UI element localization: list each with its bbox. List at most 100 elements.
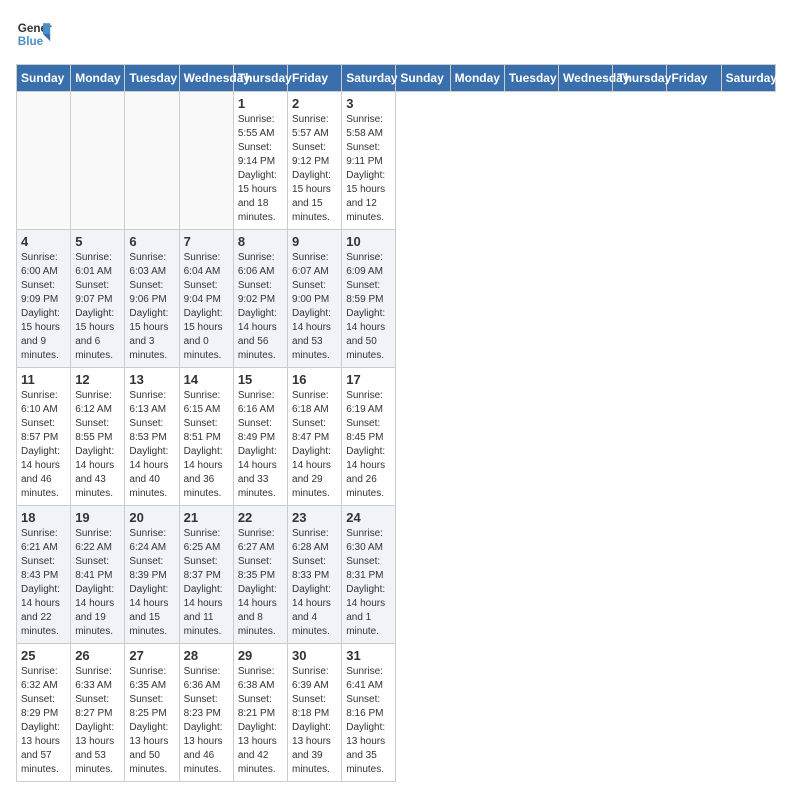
calendar-cell: 16Sunrise: 6:18 AM Sunset: 8:47 PM Dayli… bbox=[288, 368, 342, 506]
cell-details: Sunrise: 6:04 AM Sunset: 9:04 PM Dayligh… bbox=[184, 251, 229, 363]
cell-details: Sunrise: 6:07 AM Sunset: 9:00 PM Dayligh… bbox=[292, 251, 337, 363]
day-header-monday: Monday bbox=[71, 65, 125, 92]
day-header-thursday: Thursday bbox=[233, 65, 287, 92]
cell-details: Sunrise: 6:24 AM Sunset: 8:39 PM Dayligh… bbox=[129, 527, 174, 639]
calendar-cell: 25Sunrise: 6:32 AM Sunset: 8:29 PM Dayli… bbox=[17, 644, 71, 782]
day-number: 19 bbox=[75, 510, 120, 525]
day-header-sunday: Sunday bbox=[17, 65, 71, 92]
cell-details: Sunrise: 6:38 AM Sunset: 8:21 PM Dayligh… bbox=[238, 665, 283, 777]
header-row: SundayMondayTuesdayWednesdayThursdayFrid… bbox=[17, 65, 776, 92]
cell-details: Sunrise: 5:57 AM Sunset: 9:12 PM Dayligh… bbox=[292, 113, 337, 225]
calendar-cell bbox=[17, 92, 71, 230]
logo-icon: General Blue bbox=[16, 16, 52, 52]
day-number: 14 bbox=[184, 372, 229, 387]
day-number: 27 bbox=[129, 648, 174, 663]
day-number: 17 bbox=[346, 372, 391, 387]
svg-text:Blue: Blue bbox=[18, 35, 44, 48]
day-header-saturday: Saturday bbox=[342, 65, 396, 92]
calendar-cell: 2 Sunrise: 5:57 AM Sunset: 9:12 PM Daylig… bbox=[288, 92, 342, 230]
cell-details: Sunrise: 6:00 AM Sunset: 9:09 PM Dayligh… bbox=[21, 251, 66, 363]
calendar-cell: 12 Sunrise: 6:12 AM Sunset: 8:55 PM Dayli… bbox=[71, 368, 125, 506]
day-header-saturday: Saturday bbox=[721, 65, 775, 92]
day-header-friday: Friday bbox=[288, 65, 342, 92]
day-number: 30 bbox=[292, 648, 337, 663]
day-number: 24 bbox=[346, 510, 391, 525]
calendar-cell: 13 Sunrise: 6:13 AM Sunset: 8:53 PM Dayli… bbox=[125, 368, 179, 506]
cell-details: Sunrise: 6:22 AM Sunset: 8:41 PM Dayligh… bbox=[75, 527, 120, 639]
calendar-cell: 11Sunrise: 6:10 AM Sunset: 8:57 PM Dayli… bbox=[17, 368, 71, 506]
calendar-cell: 24 Sunrise: 6:30 AM Sunset: 8:31 PM Dayli… bbox=[342, 506, 396, 644]
day-header-monday: Monday bbox=[450, 65, 504, 92]
week-row-5: 25Sunrise: 6:32 AM Sunset: 8:29 PM Dayli… bbox=[17, 644, 776, 782]
day-number: 25 bbox=[21, 648, 66, 663]
cell-details: Sunrise: 6:36 AM Sunset: 8:23 PM Dayligh… bbox=[184, 665, 229, 777]
day-number: 13 bbox=[129, 372, 174, 387]
cell-details: Sunrise: 6:15 AM Sunset: 8:51 PM Dayligh… bbox=[184, 389, 229, 501]
day-header-wednesday: Wednesday bbox=[179, 65, 233, 92]
cell-details: Sunrise: 6:25 AM Sunset: 8:37 PM Dayligh… bbox=[184, 527, 229, 639]
week-row-4: 18 Sunrise: 6:21 AM Sunset: 8:43 PM Dayli… bbox=[17, 506, 776, 644]
calendar-cell: 8 Sunrise: 6:06 AM Sunset: 9:02 PM Daylig… bbox=[233, 230, 287, 368]
cell-details: Sunrise: 6:10 AM Sunset: 8:57 PM Dayligh… bbox=[21, 389, 66, 501]
day-number: 1 bbox=[238, 96, 283, 111]
day-number: 10 bbox=[346, 234, 391, 249]
cell-details: Sunrise: 6:30 AM Sunset: 8:31 PM Dayligh… bbox=[346, 527, 391, 639]
calendar-cell bbox=[179, 92, 233, 230]
day-header-friday: Friday bbox=[667, 65, 721, 92]
calendar-cell: 31Sunrise: 6:41 AM Sunset: 8:16 PM Dayli… bbox=[342, 644, 396, 782]
day-number: 2 bbox=[292, 96, 337, 111]
logo: General Blue bbox=[16, 16, 52, 52]
cell-details: Sunrise: 5:55 AM Sunset: 9:14 PM Dayligh… bbox=[238, 113, 283, 225]
day-number: 15 bbox=[238, 372, 283, 387]
page-header: General Blue bbox=[16, 16, 776, 52]
cell-details: Sunrise: 5:58 AM Sunset: 9:11 PM Dayligh… bbox=[346, 113, 391, 225]
calendar-cell: 27 Sunrise: 6:35 AM Sunset: 8:25 PM Dayli… bbox=[125, 644, 179, 782]
calendar-cell: 18 Sunrise: 6:21 AM Sunset: 8:43 PM Dayli… bbox=[17, 506, 71, 644]
day-number: 28 bbox=[184, 648, 229, 663]
cell-details: Sunrise: 6:19 AM Sunset: 8:45 PM Dayligh… bbox=[346, 389, 391, 501]
day-header-tuesday: Tuesday bbox=[504, 65, 558, 92]
cell-details: Sunrise: 6:16 AM Sunset: 8:49 PM Dayligh… bbox=[238, 389, 283, 501]
day-number: 4 bbox=[21, 234, 66, 249]
calendar-table: SundayMondayTuesdayWednesdayThursdayFrid… bbox=[16, 64, 776, 782]
cell-details: Sunrise: 6:28 AM Sunset: 8:33 PM Dayligh… bbox=[292, 527, 337, 639]
day-number: 22 bbox=[238, 510, 283, 525]
day-number: 7 bbox=[184, 234, 229, 249]
cell-details: Sunrise: 6:03 AM Sunset: 9:06 PM Dayligh… bbox=[129, 251, 174, 363]
cell-details: Sunrise: 6:21 AM Sunset: 8:43 PM Dayligh… bbox=[21, 527, 66, 639]
day-header-wednesday: Wednesday bbox=[559, 65, 613, 92]
day-number: 3 bbox=[346, 96, 391, 111]
day-number: 16 bbox=[292, 372, 337, 387]
cell-details: Sunrise: 6:01 AM Sunset: 9:07 PM Dayligh… bbox=[75, 251, 120, 363]
week-row-2: 4 Sunrise: 6:00 AM Sunset: 9:09 PM Daylig… bbox=[17, 230, 776, 368]
day-number: 26 bbox=[75, 648, 120, 663]
day-header-tuesday: Tuesday bbox=[125, 65, 179, 92]
cell-details: Sunrise: 6:35 AM Sunset: 8:25 PM Dayligh… bbox=[129, 665, 174, 777]
calendar-cell: 29Sunrise: 6:38 AM Sunset: 8:21 PM Dayli… bbox=[233, 644, 287, 782]
calendar-cell: 3 Sunrise: 5:58 AM Sunset: 9:11 PM Daylig… bbox=[342, 92, 396, 230]
calendar-cell bbox=[125, 92, 179, 230]
day-number: 31 bbox=[346, 648, 391, 663]
cell-details: Sunrise: 6:06 AM Sunset: 9:02 PM Dayligh… bbox=[238, 251, 283, 363]
calendar-cell: 10Sunrise: 6:09 AM Sunset: 8:59 PM Dayli… bbox=[342, 230, 396, 368]
day-header-sunday: Sunday bbox=[396, 65, 450, 92]
day-number: 9 bbox=[292, 234, 337, 249]
cell-details: Sunrise: 6:13 AM Sunset: 8:53 PM Dayligh… bbox=[129, 389, 174, 501]
cell-details: Sunrise: 6:39 AM Sunset: 8:18 PM Dayligh… bbox=[292, 665, 337, 777]
calendar-cell: 26 Sunrise: 6:33 AM Sunset: 8:27 PM Dayli… bbox=[71, 644, 125, 782]
day-number: 20 bbox=[129, 510, 174, 525]
calendar-cell: 7 Sunrise: 6:04 AM Sunset: 9:04 PM Daylig… bbox=[179, 230, 233, 368]
day-number: 21 bbox=[184, 510, 229, 525]
cell-details: Sunrise: 6:12 AM Sunset: 8:55 PM Dayligh… bbox=[75, 389, 120, 501]
cell-details: Sunrise: 6:33 AM Sunset: 8:27 PM Dayligh… bbox=[75, 665, 120, 777]
day-number: 8 bbox=[238, 234, 283, 249]
calendar-cell: 19 Sunrise: 6:22 AM Sunset: 8:41 PM Dayli… bbox=[71, 506, 125, 644]
day-number: 5 bbox=[75, 234, 120, 249]
calendar-cell: 5 Sunrise: 6:01 AM Sunset: 9:07 PM Daylig… bbox=[71, 230, 125, 368]
day-number: 12 bbox=[75, 372, 120, 387]
day-number: 18 bbox=[21, 510, 66, 525]
calendar-cell: 6Sunrise: 6:03 AM Sunset: 9:06 PM Daylig… bbox=[125, 230, 179, 368]
calendar-cell: 23Sunrise: 6:28 AM Sunset: 8:33 PM Dayli… bbox=[288, 506, 342, 644]
day-header-thursday: Thursday bbox=[613, 65, 667, 92]
week-row-3: 11Sunrise: 6:10 AM Sunset: 8:57 PM Dayli… bbox=[17, 368, 776, 506]
